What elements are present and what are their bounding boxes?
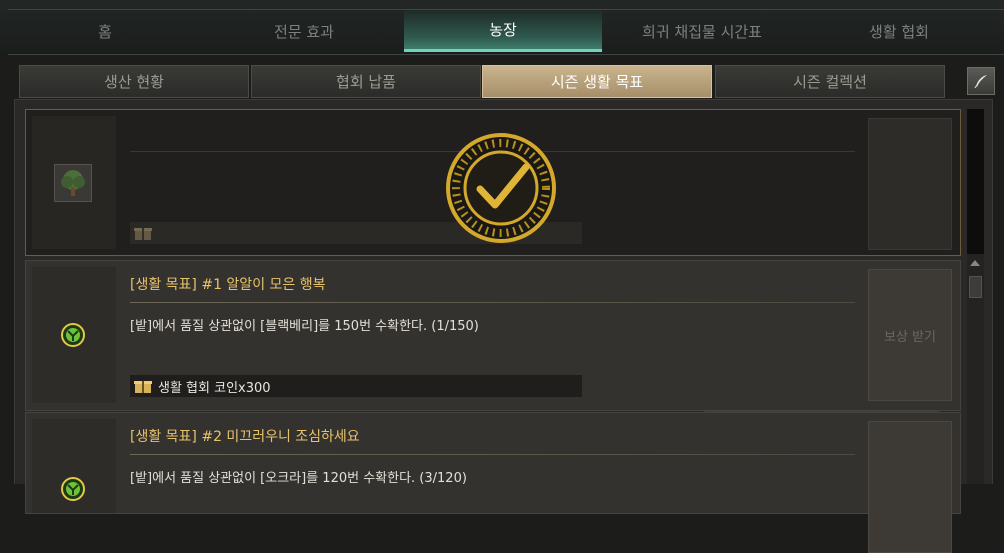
seed-icon — [61, 323, 85, 347]
goal-reward-text: 생활 협회 코인x300 — [158, 380, 271, 396]
goal-icon-slot — [32, 116, 116, 249]
goal-description: [밭]에서 품질 상관없이 [블랙베리]를 150번 수확한다. (1/150) — [130, 319, 479, 334]
edit-button[interactable] — [967, 67, 995, 95]
top-navigation: 홈 전문 효과 농장 희귀 채집물 시간표 생활 협회 — [0, 0, 1004, 55]
goal-title: [생활 목표] #1 알알이 모은 행복 — [130, 277, 326, 293]
seed-icon — [61, 477, 85, 501]
tab-farm[interactable]: 농장 — [404, 10, 602, 52]
quill-icon — [974, 75, 987, 89]
subtab-production-status[interactable]: 생산 현황 — [19, 65, 249, 98]
goal-card: [생활 목표] #1 알알이 모은 행복 [밭]에서 품질 상관없이 [블랙베리… — [25, 260, 961, 411]
tab-home[interactable]: 홈 — [6, 10, 204, 52]
tab-expertise-effects[interactable]: 전문 효과 — [205, 10, 403, 52]
goal-card: [생활 목표] #2 미끄러우니 조심하세요 [밭]에서 품질 상관없이 [오크… — [25, 412, 961, 553]
tree-icon — [61, 170, 85, 196]
subtab-season-life-goals[interactable]: 시즌 생활 목표 — [482, 65, 712, 98]
completed-checkmark-seal-icon — [446, 133, 556, 243]
subtab-season-collection[interactable]: 시즌 컬렉션 — [715, 65, 945, 98]
gift-icon — [134, 381, 152, 393]
goal-icon-slot — [32, 267, 116, 403]
claim-reward-button[interactable]: 보상 받기 — [868, 269, 952, 401]
goals-panel: [생활 목표] #1 알알이 모은 행복 [밭]에서 품질 상관없이 [블랙베리… — [14, 99, 993, 553]
claim-reward-button[interactable] — [868, 118, 952, 250]
sub-navigation: 생산 현황 협회 납품 시즌 생활 목표 시즌 컬렉션 — [0, 60, 1004, 98]
goal-item-frame — [54, 164, 92, 202]
chevron-up-icon — [970, 260, 980, 266]
scrollbar-thumb[interactable] — [969, 276, 982, 298]
goal-card-completed — [25, 109, 961, 256]
subtab-association-delivery[interactable]: 협회 납품 — [251, 65, 481, 98]
goal-text-area: [생활 목표] #1 알알이 모은 행복 [밭]에서 품질 상관없이 [블랙베리… — [130, 275, 855, 334]
goal-title-divider — [130, 302, 855, 303]
goal-icon-slot — [32, 419, 116, 513]
tab-rare-gathering-schedule[interactable]: 희귀 채집물 시간표 — [603, 10, 801, 52]
gift-icon — [134, 228, 152, 240]
claim-reward-button[interactable] — [868, 421, 952, 553]
goals-scrollbar[interactable] — [967, 109, 984, 484]
goal-reward-bar: 생활 협회 코인x300 — [130, 375, 582, 397]
goal-text-area: [생활 목표] #2 미끄러우니 조심하세요 [밭]에서 품질 상관없이 [오크… — [130, 427, 855, 486]
tab-life-association[interactable]: 생활 협회 — [800, 10, 998, 52]
goal-title: [생활 목표] #2 미끄러우니 조심하세요 — [130, 429, 360, 445]
scroll-up-arrow[interactable] — [969, 259, 981, 267]
goal-description: [밭]에서 품질 상관없이 [오크라]를 120번 수확한다. (3/120) — [130, 471, 467, 486]
goal-title-divider — [130, 454, 855, 455]
scrollbar-track — [967, 109, 984, 254]
